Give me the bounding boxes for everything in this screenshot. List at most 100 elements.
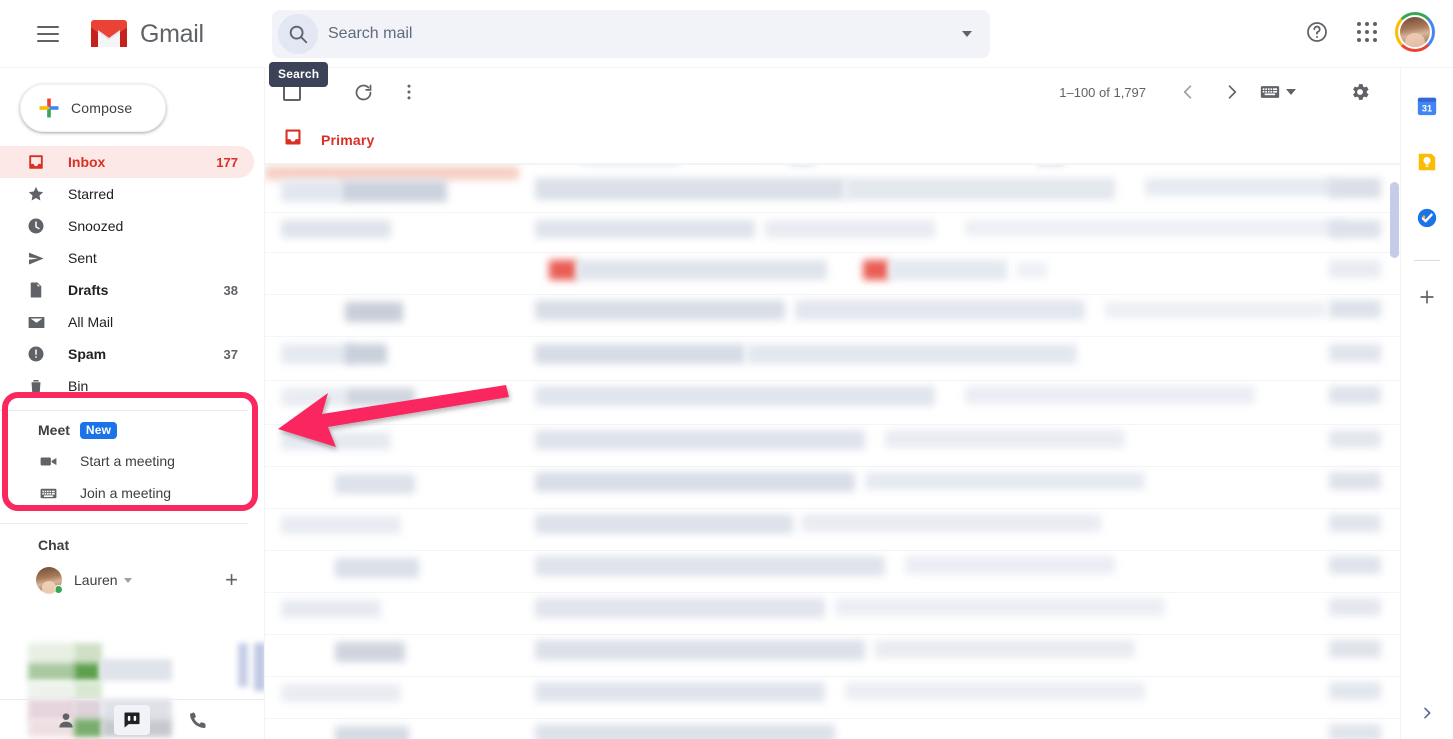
- sidebar-item-label: Spam: [68, 346, 107, 362]
- envelope-icon: [26, 312, 46, 332]
- sidebar-item-all-mail[interactable]: All Mail: [0, 306, 254, 338]
- gmail-brand[interactable]: Gmail: [88, 18, 204, 50]
- sidebar-item-count: 177: [216, 154, 238, 170]
- hamburger-menu-icon[interactable]: [24, 10, 72, 58]
- meet-start-a-meeting[interactable]: Start a meeting: [0, 445, 264, 477]
- sidebar-item-starred[interactable]: Starred: [0, 178, 254, 210]
- message-list[interactable]: [265, 164, 1401, 739]
- document-icon: [26, 280, 46, 300]
- sidebar-divider: [0, 410, 248, 411]
- message-list-scrollbar[interactable]: [1388, 164, 1400, 739]
- inbox-icon: [26, 152, 46, 172]
- chevron-right-icon[interactable]: [1411, 697, 1443, 729]
- gmail-app-window: Gmail Search mail Compose Inbox 177 Star…: [0, 0, 1453, 739]
- help-circle-icon[interactable]: [1295, 10, 1339, 54]
- search-bar[interactable]: [272, 10, 990, 58]
- chat-title: Chat: [38, 537, 70, 553]
- online-status-dot: [54, 585, 63, 594]
- pagination-range: 1–100 of 1,797: [1059, 84, 1146, 100]
- plus-icon: [37, 96, 61, 120]
- sidebar-item-count: 37: [223, 346, 238, 362]
- tab-primary[interactable]: Primary: [265, 127, 375, 152]
- tab-primary-label: Primary: [321, 131, 375, 148]
- sidebar-nav-list: Inbox 177 Starred Snoozed Sent Drafts 38…: [0, 146, 264, 402]
- sidebar-item-label: Sent: [68, 250, 97, 266]
- sidebar-item-snoozed[interactable]: Snoozed: [0, 210, 254, 242]
- trash-icon: [26, 376, 46, 396]
- keyboard-icon: [38, 483, 58, 503]
- google-calendar-icon[interactable]: 31: [1407, 86, 1447, 126]
- chat-tab-chat-bubble-icon[interactable]: [114, 704, 150, 735]
- sidebar-item-label: Bin: [68, 378, 89, 394]
- list-toolbar: 1–100 of 1,797: [265, 68, 1400, 116]
- google-keep-icon[interactable]: [1407, 142, 1447, 182]
- contacts-tab-person-icon[interactable]: [48, 705, 84, 735]
- meet-item-label: Join a meeting: [80, 485, 172, 501]
- sidebar-item-spam[interactable]: Spam 37: [0, 338, 254, 370]
- send-icon: [26, 248, 46, 268]
- mail-list-panel: 1–100 of 1,797 Primary: [264, 68, 1401, 739]
- calls-tab-phone-icon[interactable]: [180, 705, 216, 735]
- gmail-logo-icon: [88, 18, 130, 50]
- chat-section-header: Chat: [0, 530, 264, 560]
- refresh-icon[interactable]: [343, 72, 383, 112]
- meet-item-label: Start a meeting: [80, 453, 175, 469]
- avatar[interactable]: [1395, 12, 1435, 52]
- sidebar-item-drafts[interactable]: Drafts 38: [0, 274, 254, 306]
- new-badge: New: [79, 421, 118, 439]
- chevron-down-icon: [1286, 89, 1296, 95]
- more-vertical-icon[interactable]: [389, 72, 429, 112]
- gmail-wordmark: Gmail: [140, 19, 204, 48]
- pagination-controls: 1–100 of 1,797: [1059, 68, 1300, 116]
- sidebar-bottom-tabs: [0, 699, 264, 739]
- search-options-button[interactable]: [944, 11, 990, 57]
- meet-section-header: Meet New: [0, 415, 264, 445]
- meet-section: Meet New Start a meeting Join a meeting: [0, 415, 264, 509]
- scrollbar-thumb[interactable]: [1390, 182, 1399, 258]
- search-input[interactable]: [328, 11, 944, 57]
- video-camera-icon: [38, 451, 58, 471]
- search-icon[interactable]: [278, 14, 318, 54]
- chevron-down-icon[interactable]: [123, 577, 132, 583]
- meet-title: Meet: [38, 422, 70, 438]
- chat-avatar: [36, 567, 63, 594]
- add-chat-button[interactable]: +: [225, 569, 238, 591]
- keyboard-icon: [1260, 86, 1280, 98]
- category-tabs: Primary: [265, 116, 1400, 164]
- compose-button[interactable]: Compose: [20, 84, 166, 132]
- sidebar-item-label: Starred: [68, 186, 114, 202]
- sidebar: Compose Inbox 177 Starred Snoozed Sent D…: [0, 68, 264, 739]
- sidebar-item-bin[interactable]: Bin: [0, 370, 254, 402]
- search-tooltip: Search: [269, 62, 329, 87]
- side-panel-divider: [1414, 260, 1440, 261]
- sidebar-item-count: 38: [223, 282, 238, 298]
- chat-user-name: Lauren: [74, 572, 118, 588]
- google-tasks-icon[interactable]: [1407, 198, 1447, 238]
- chat-user-row[interactable]: Lauren +: [0, 560, 264, 600]
- top-bar: Gmail: [0, 0, 1453, 68]
- meet-join-a-meeting[interactable]: Join a meeting: [0, 477, 264, 509]
- chevron-down-icon: [962, 31, 972, 37]
- input-tools-button[interactable]: [1256, 72, 1300, 112]
- sidebar-item-label: All Mail: [68, 314, 114, 330]
- sidebar-item-label: Snoozed: [68, 218, 124, 234]
- chevron-right-icon[interactable]: [1212, 72, 1252, 112]
- sidebar-item-label: Drafts: [68, 282, 109, 298]
- side-panel: 31: [1400, 68, 1453, 739]
- chevron-left-icon[interactable]: [1168, 72, 1208, 112]
- svg-text:31: 31: [1422, 104, 1432, 114]
- sidebar-item-inbox[interactable]: Inbox 177: [0, 146, 254, 178]
- top-bar-right-controls: [1295, 10, 1435, 54]
- gear-icon[interactable]: [1340, 72, 1380, 112]
- warning-icon: [26, 344, 46, 364]
- inbox-icon: [283, 127, 303, 152]
- compose-label: Compose: [71, 100, 133, 116]
- star-icon: [26, 184, 46, 204]
- sidebar-item-sent[interactable]: Sent: [0, 242, 254, 274]
- sidebar-divider-2: [0, 523, 248, 524]
- apps-grid-icon[interactable]: [1345, 10, 1389, 54]
- chat-section: Chat Lauren +: [0, 530, 264, 600]
- clock-icon: [26, 216, 46, 236]
- sidebar-item-label: Inbox: [68, 154, 106, 170]
- add-addon-button[interactable]: [1407, 277, 1447, 317]
